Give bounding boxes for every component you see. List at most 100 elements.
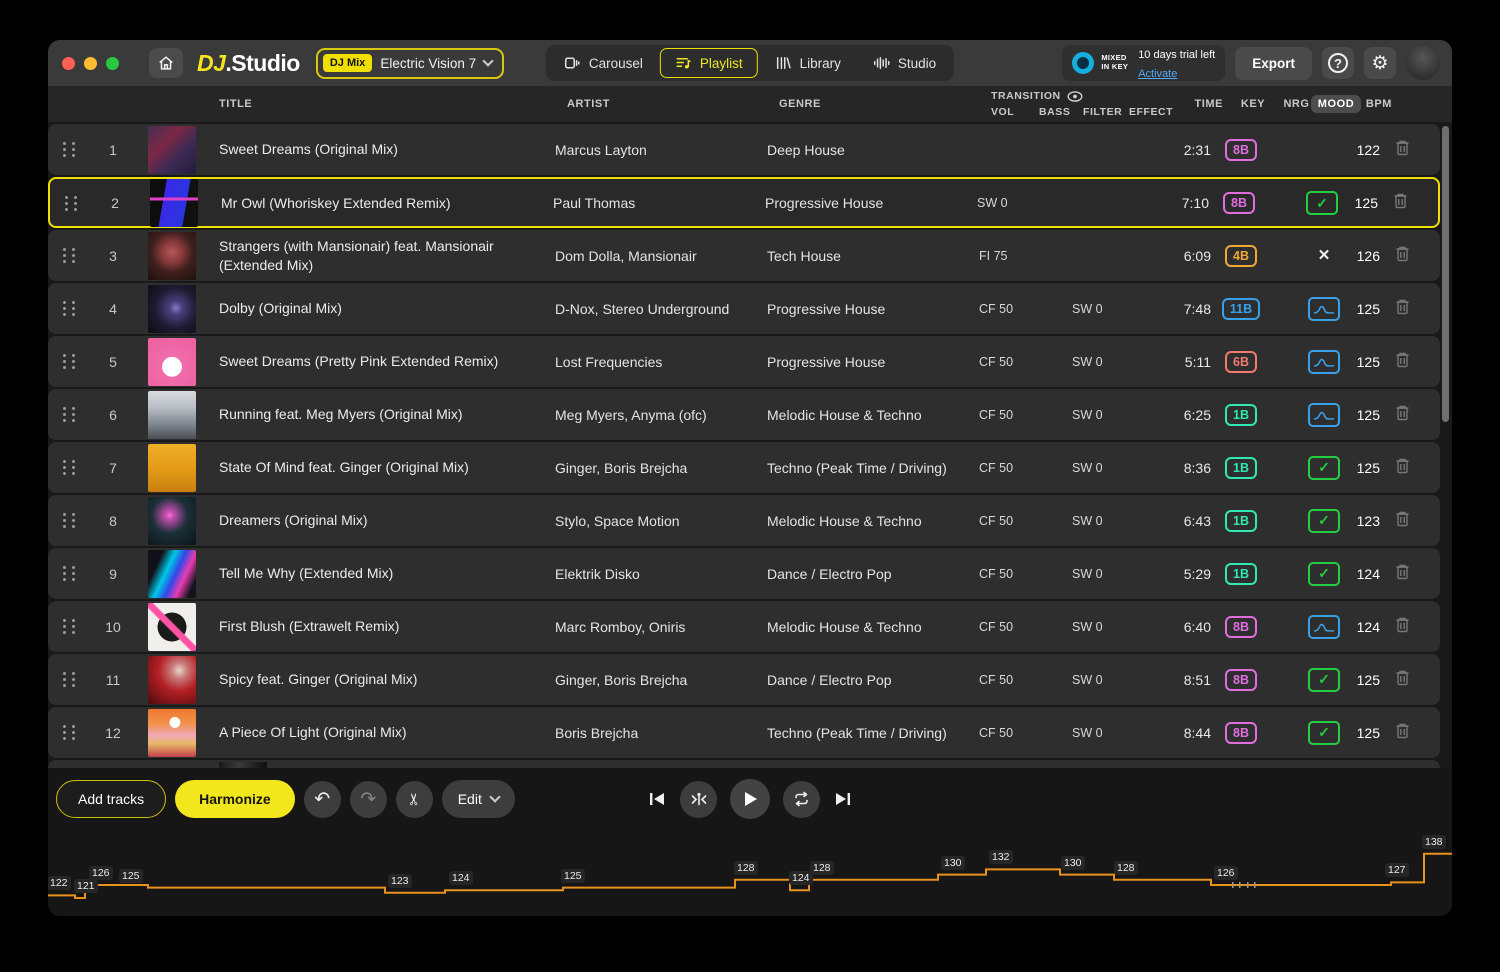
transition-filter-value[interactable]: SW 0 (1060, 673, 1155, 687)
add-tracks-button[interactable]: Add tracks (56, 780, 167, 818)
transition-vol-value[interactable]: CF 50 (967, 567, 1060, 581)
transition-vol-value[interactable]: CF 50 (967, 620, 1060, 634)
column-header-genre[interactable]: GENRE (767, 98, 979, 110)
home-button[interactable] (149, 48, 183, 78)
table-row[interactable]: 4 Dolby (Original Mix) D-Nox, Stereo Und… (48, 283, 1440, 334)
column-header-title[interactable]: TITLE (207, 98, 555, 110)
project-selector[interactable]: DJ Mix Electric Vision 7 (315, 47, 505, 79)
transition-vol-value[interactable]: SW 0 (965, 196, 1058, 210)
column-header-mood[interactable]: MOOD (1310, 95, 1362, 113)
transition-vol-value[interactable]: CF 50 (967, 302, 1060, 316)
transition-filter-value[interactable]: SW 0 (1060, 726, 1155, 740)
drag-handle[interactable] (62, 618, 76, 636)
table-row[interactable]: 2 Mr Owl (Whoriskey Extended Remix) Paul… (48, 177, 1440, 228)
minimize-window-button[interactable] (84, 56, 97, 70)
edit-menu-button[interactable]: Edit (441, 780, 515, 818)
column-header-time[interactable]: TIME (1167, 98, 1223, 110)
transition-vol-value[interactable]: CF 50 (967, 514, 1060, 528)
tab-studio[interactable]: Studio (858, 48, 951, 78)
table-row[interactable]: 10 First Blush (Extrawelt Remix) Marc Ro… (48, 601, 1440, 652)
drag-handle[interactable] (62, 565, 76, 583)
maximize-window-button[interactable] (106, 56, 119, 70)
table-row[interactable]: 12 A Piece Of Light (Original Mix) Boris… (48, 707, 1440, 758)
table-row[interactable]: 6 Running feat. Meg Myers (Original Mix)… (48, 389, 1440, 440)
transition-filter-value[interactable]: SW 0 (1060, 567, 1155, 581)
transition-vol-value[interactable]: CF 50 (967, 408, 1060, 422)
mood-cell[interactable]: ✓ (1296, 191, 1348, 215)
delete-track-button[interactable] (1380, 351, 1424, 373)
drag-handle[interactable] (62, 459, 76, 477)
transition-filter-value[interactable]: SW 0 (1060, 620, 1155, 634)
delete-track-button[interactable] (1380, 616, 1424, 638)
mood-cell[interactable]: ✓ (1298, 455, 1350, 480)
transition-vol-value[interactable]: FI 75 (967, 249, 1060, 263)
redo-button[interactable]: ↷ (349, 780, 387, 818)
drag-handle[interactable] (62, 247, 76, 265)
column-header-key[interactable]: KEY (1223, 98, 1283, 110)
drag-handle[interactable] (62, 300, 76, 318)
jump-to-transition-button[interactable] (680, 780, 717, 818)
delete-track-button[interactable] (1380, 298, 1424, 320)
repeat-button[interactable] (783, 780, 820, 818)
transition-vol-value[interactable]: CF 50 (967, 673, 1060, 687)
tab-library[interactable]: Library (760, 48, 856, 78)
transition-vol-value[interactable]: CF 50 (967, 461, 1060, 475)
column-header-effect[interactable]: EFFECT (1129, 106, 1173, 118)
transition-filter-value[interactable]: SW 0 (1060, 302, 1155, 316)
cut-button[interactable]: ✂ (395, 780, 433, 818)
mood-cell[interactable] (1298, 349, 1350, 374)
table-row[interactable]: 1 Sweet Dreams (Original Mix) Marcus Lay… (48, 124, 1440, 175)
drag-handle[interactable] (62, 141, 76, 159)
delete-track-button[interactable] (1380, 722, 1424, 744)
mood-cell[interactable]: ✓ (1298, 508, 1350, 533)
mood-cell[interactable]: ✓ (1298, 561, 1350, 586)
transition-filter-value[interactable]: SW 0 (1060, 514, 1155, 528)
table-row[interactable]: 8 Dreamers (Original Mix) Stylo, Space M… (48, 495, 1440, 546)
next-track-button[interactable] (833, 790, 853, 808)
delete-track-button[interactable] (1380, 457, 1424, 479)
mood-cell[interactable]: ✕ (1298, 246, 1350, 265)
close-window-button[interactable] (62, 56, 75, 70)
activate-link[interactable]: Activate (1138, 68, 1177, 80)
delete-track-button[interactable] (1380, 669, 1424, 691)
transition-filter-value[interactable]: SW 0 (1060, 461, 1155, 475)
help-button[interactable]: ? (1322, 47, 1354, 79)
delete-track-button[interactable] (1380, 139, 1424, 161)
mood-cell[interactable]: ✓ (1298, 667, 1350, 692)
transition-filter-value[interactable]: SW 0 (1060, 408, 1155, 422)
column-header-artist[interactable]: ARTIST (555, 98, 767, 110)
mood-cell[interactable] (1298, 402, 1350, 427)
transition-filter-value[interactable]: SW 0 (1060, 355, 1155, 369)
drag-handle[interactable] (62, 724, 76, 742)
tab-playlist[interactable]: Playlist (659, 48, 758, 78)
export-button[interactable]: Export (1235, 46, 1312, 80)
delete-track-button[interactable] (1380, 404, 1424, 426)
drag-handle[interactable] (62, 406, 76, 424)
delete-track-button[interactable] (1380, 563, 1424, 585)
column-header-filter[interactable]: FILTER (1083, 106, 1122, 118)
transition-vol-value[interactable]: CF 50 (967, 726, 1060, 740)
mood-cell[interactable] (1298, 296, 1350, 321)
table-row-partial[interactable] (48, 760, 1440, 768)
delete-track-button[interactable] (1380, 245, 1424, 267)
column-header-vol[interactable]: VOL (991, 106, 1014, 118)
mood-cell[interactable]: ✓ (1298, 720, 1350, 745)
drag-handle[interactable] (62, 512, 76, 530)
table-row[interactable]: 9 Tell Me Why (Extended Mix) Elektrik Di… (48, 548, 1440, 599)
column-header-bpm[interactable]: BPM (1362, 98, 1392, 110)
table-row[interactable]: 5 Sweet Dreams (Pretty Pink Extended Rem… (48, 336, 1440, 387)
undo-button[interactable]: ↶ (303, 780, 341, 818)
drag-handle[interactable] (62, 353, 76, 371)
column-header-nrg[interactable]: NRG (1283, 98, 1310, 110)
tab-carousel[interactable]: Carousel (549, 48, 658, 78)
delete-track-button[interactable] (1380, 510, 1424, 532)
delete-track-button[interactable] (1378, 192, 1422, 214)
previous-track-button[interactable] (647, 790, 667, 808)
bpm-timeline-chart[interactable]: 122 121 126 125 123 124 125 128 124 128 130 132 130 1… (48, 832, 1452, 916)
table-row[interactable]: 11 Spicy feat. Ginger (Original Mix) Gin… (48, 654, 1440, 705)
vertical-scrollbar[interactable] (1442, 126, 1449, 422)
eye-icon[interactable] (1067, 90, 1083, 102)
table-row[interactable]: 3 Strangers (with Mansionair) feat. Mans… (48, 230, 1440, 281)
settings-button[interactable]: ⚙ (1364, 47, 1396, 79)
drag-handle[interactable] (62, 671, 76, 689)
